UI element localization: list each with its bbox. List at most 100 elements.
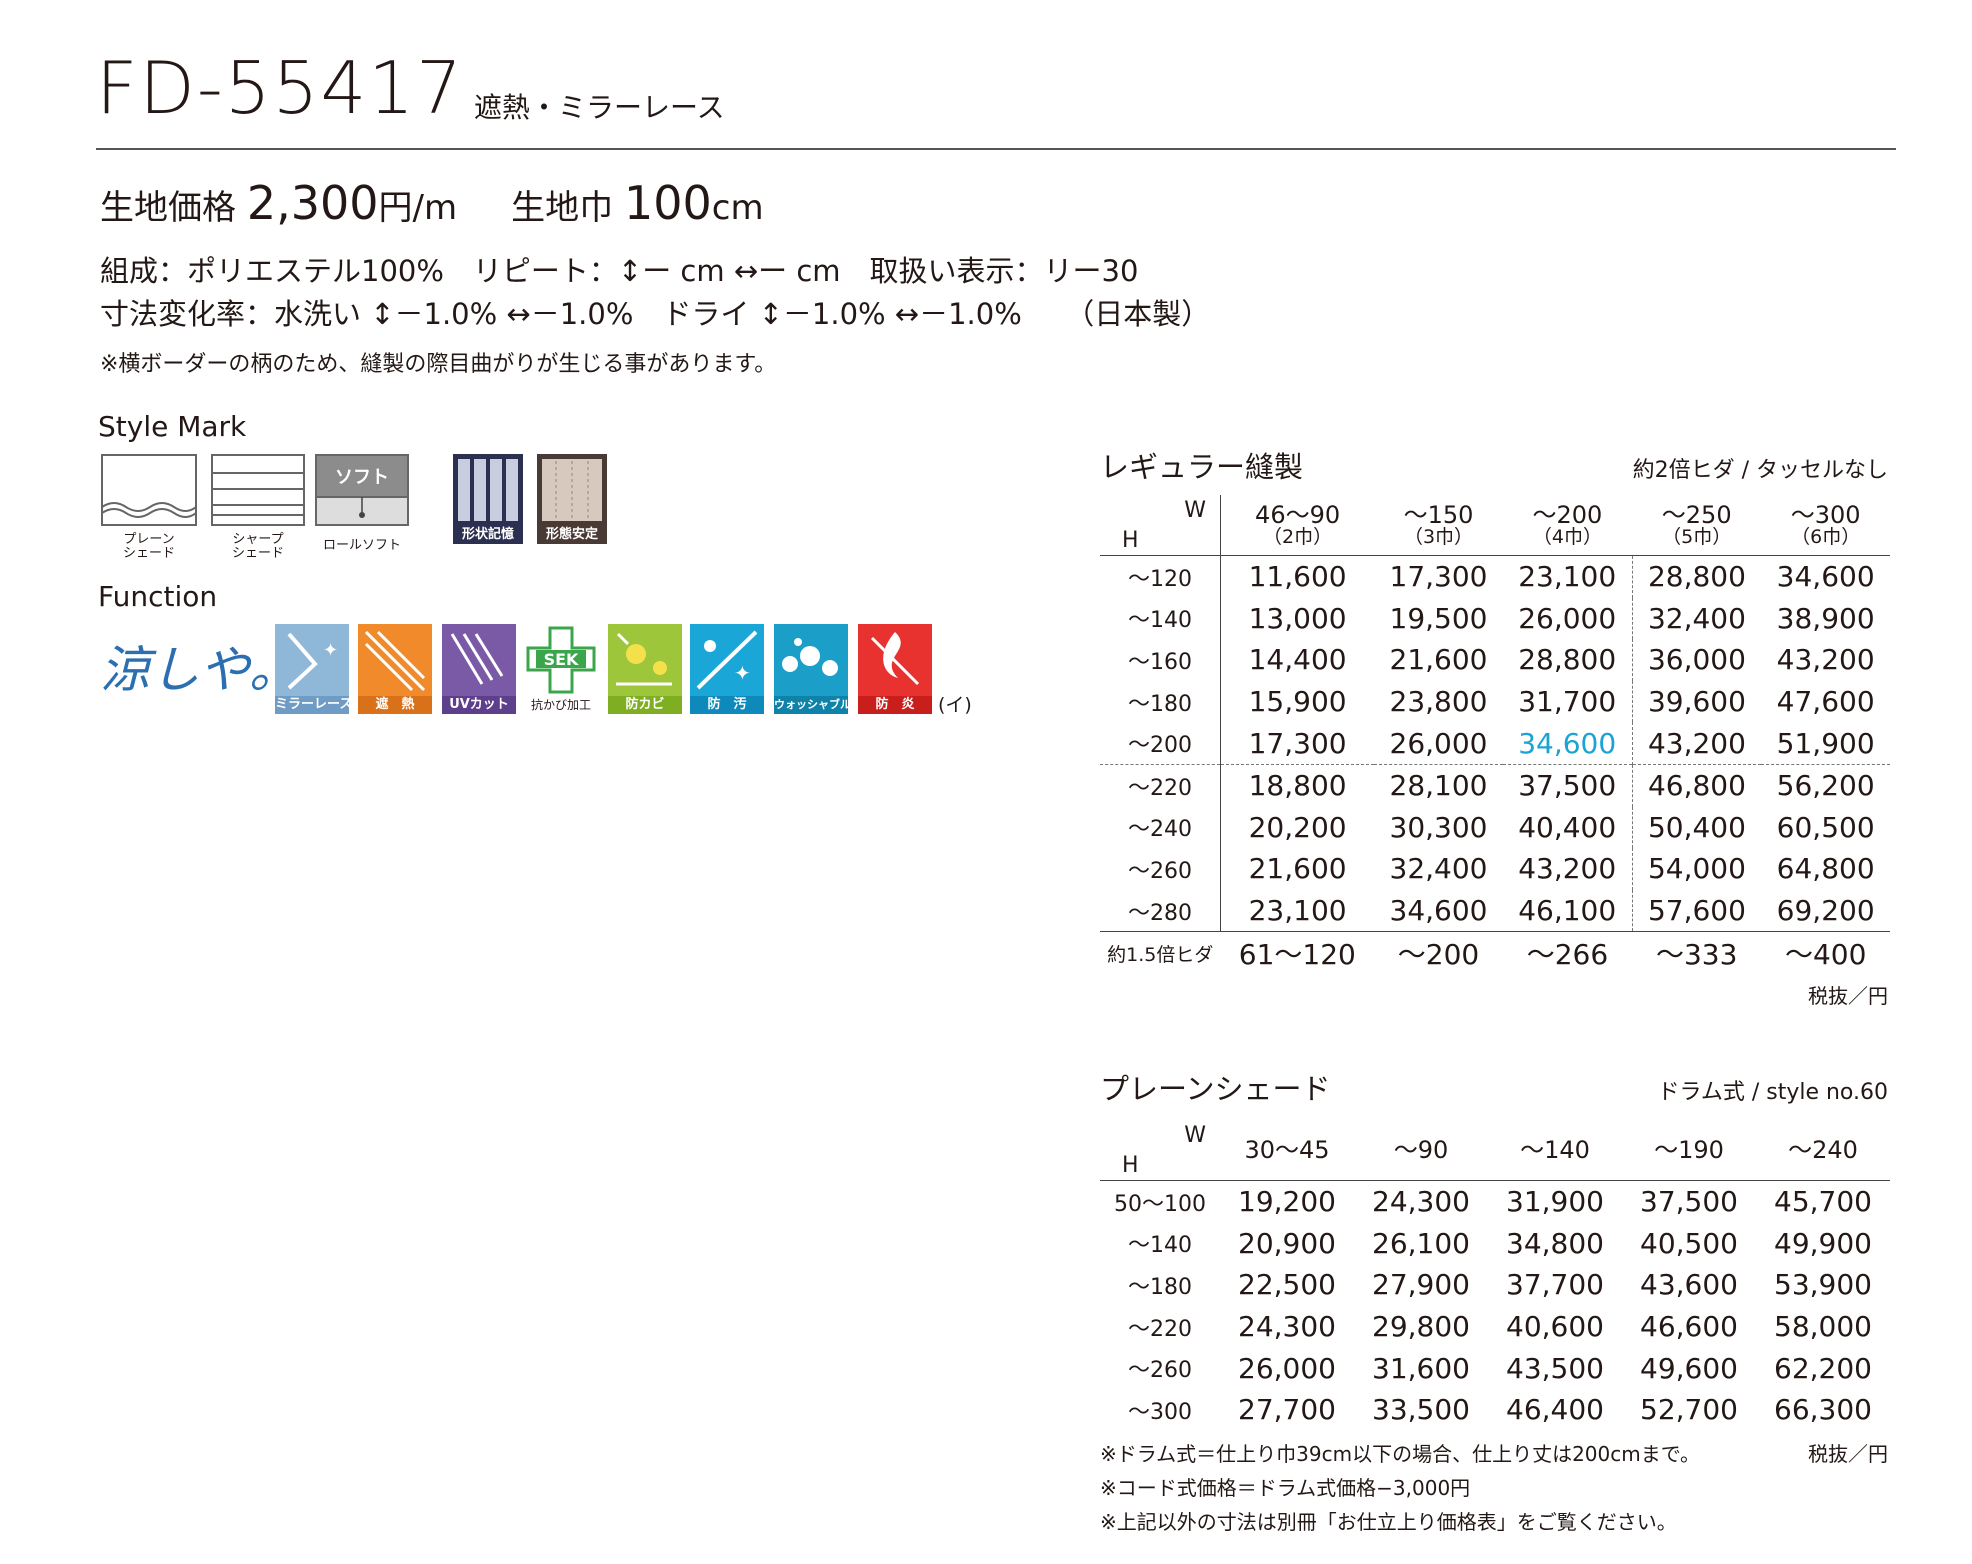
fold-ratio-row: 約1.5倍ヒダ 61〜120 〜200 〜266 〜333 〜400	[1100, 931, 1890, 974]
price-cell: 38,900	[1776, 601, 1875, 635]
row-height-label: 〜140	[1128, 1233, 1192, 1259]
row-height-label: 〜300	[1128, 1399, 1192, 1425]
table-row: 50〜100 19,200 24,300 31,900 37,500 45,700	[1100, 1181, 1890, 1223]
price-cell: 32,400	[1647, 601, 1746, 635]
price-cell: 40,400	[1502, 806, 1633, 849]
roll-soft-label: ソフト	[335, 467, 389, 488]
price-cell: 27,700	[1238, 1393, 1336, 1427]
style-mark-heading: Style Mark	[98, 410, 247, 443]
price-cell: 57,600	[1647, 894, 1746, 928]
table-row: 〜140 20,900 26,100 34,800 40,500 49,900	[1100, 1223, 1890, 1265]
function-heading: Function	[98, 580, 218, 613]
price-cell: 43,600	[1640, 1268, 1738, 1302]
price-cell: 26,000	[1389, 726, 1488, 760]
row-height-label: 〜240	[1100, 806, 1221, 849]
price-cell: 14,400	[1248, 643, 1347, 677]
product-subtitle: 遮熱・ミラーレース	[474, 91, 725, 124]
price-cell: 11,600	[1248, 560, 1347, 594]
row-height-label: 〜160	[1100, 639, 1221, 681]
price-cell: 69,200	[1776, 894, 1875, 928]
price-cell: 39,600	[1647, 685, 1746, 719]
width-label: 生地巾	[511, 188, 614, 228]
row-height-label: 〜280	[1100, 889, 1221, 932]
heat-shield-icon: 遮 熱	[358, 624, 432, 714]
price-cell: 20,200	[1248, 810, 1347, 844]
price-cell: 17,300	[1248, 726, 1347, 760]
price-cell: 13,000	[1248, 601, 1347, 635]
price-cell: 40,600	[1506, 1310, 1604, 1344]
price-cell: 18,800	[1248, 769, 1347, 803]
regular-price-table: W H 46〜90 （2巾） 〜150 （3巾） 〜200 （4巾） 〜250 （5巾）…	[1100, 495, 1890, 974]
row-height-label: 〜140	[1100, 597, 1221, 640]
price-cell: 58,000	[1774, 1310, 1872, 1344]
suzushiya-logo: 涼しや。	[100, 641, 299, 699]
price-cell: 31,900	[1506, 1185, 1604, 1219]
anti-mold-icon: 防カビ	[608, 624, 682, 714]
column-header: 〜250 （5巾）	[1661, 501, 1732, 548]
plain-table-title: プレーンシェード	[1100, 1072, 1331, 1106]
sharp-shade-icon: シャープ シェード	[210, 453, 306, 560]
price-cell: 34,600	[1776, 560, 1875, 594]
table-row: 〜240 20,200 30,300 40,400 50,400 60,500	[1100, 806, 1890, 849]
price-cell: 56,200	[1776, 769, 1875, 803]
price-cell: 24,300	[1372, 1185, 1470, 1219]
row-height-label: 〜220	[1100, 764, 1221, 807]
table-row: 〜220 24,300 29,800 40,600 46,600 58,000	[1100, 1306, 1890, 1348]
svg-text:✦: ✦	[734, 661, 751, 685]
plain-price-table: W H 30〜45 〜90 〜140 〜190 〜240 50〜100 19,20…	[1100, 1120, 1890, 1431]
price-cell: 49,600	[1640, 1351, 1738, 1385]
header-divider	[96, 148, 1896, 150]
form-stable-icon: 形態安定	[536, 453, 608, 545]
price-cell: 31,700	[1502, 680, 1633, 723]
price-cell: 33,500	[1372, 1393, 1470, 1427]
price-cell: 60,500	[1776, 810, 1875, 844]
product-code: FD-55417	[96, 46, 464, 130]
price-cell: 23,100	[1248, 894, 1347, 928]
price-cell: 43,500	[1506, 1351, 1604, 1385]
row-height-label: 〜200	[1100, 722, 1221, 765]
price-cell: 53,900	[1774, 1268, 1872, 1302]
price-cell: 22,500	[1238, 1268, 1336, 1302]
column-header: 〜300 （6巾）	[1790, 501, 1861, 548]
price-cell: 37,700	[1506, 1268, 1604, 1302]
regular-table-subtitle: 約2倍ヒダ / タッセルなし	[1632, 458, 1888, 483]
width-value: 100	[623, 176, 712, 230]
row-height-label: 〜180	[1100, 680, 1221, 723]
price-cell: 28,800	[1647, 560, 1746, 594]
row-height-label: 50〜100	[1114, 1191, 1206, 1217]
table-row: 〜140 13,000 19,500 26,000 32,400 38,900	[1100, 597, 1890, 640]
price-cell: 23,800	[1389, 685, 1488, 719]
row-height-label: 〜260	[1100, 848, 1221, 890]
flame-retardant-icon: 防 炎	[858, 624, 932, 714]
plain-note-1: ※ドラム式＝仕上り巾39cm以下の場合、仕上り丈は200cmまで。	[1100, 1442, 1700, 1466]
table-row: 〜260 21,600 32,400 43,200 54,000 64,800	[1100, 848, 1890, 890]
table-row: 〜300 27,700 33,500 46,400 52,700 66,300	[1100, 1389, 1890, 1431]
roll-soft-icon: ソフト ロールソフト	[314, 453, 410, 558]
row-height-label: 〜120	[1100, 555, 1221, 598]
table-row: 〜260 26,000 31,600 43,500 49,600 62,200	[1100, 1347, 1890, 1389]
price-cell: 46,100	[1502, 889, 1633, 932]
price-cell: 26,000	[1238, 1351, 1336, 1385]
price-cell: 20,900	[1238, 1226, 1336, 1260]
price-cell: 52,700	[1640, 1393, 1738, 1427]
plain-unit: 税抜／円	[1808, 1442, 1888, 1466]
table-row: 〜200 17,300 26,000 34,600 43,200 51,900	[1100, 722, 1890, 765]
price-cell: 21,600	[1389, 643, 1488, 677]
price-cell: 31,600	[1372, 1351, 1470, 1385]
plain-note-3: ※上記以外の寸法は別冊「お仕立上り価格表」をご覧ください。	[1100, 1510, 1677, 1534]
price-label: 生地価格	[100, 188, 236, 228]
table-row: 〜180 15,900 23,800 31,700 39,600 47,600	[1100, 680, 1890, 723]
column-header: 〜140	[1520, 1136, 1590, 1164]
price-value: 2,300	[246, 176, 379, 230]
price-cell: 46,800	[1647, 769, 1746, 803]
table-row: 〜280 23,100 34,600 46,100 57,600 69,200	[1100, 889, 1890, 932]
wh-header-cell: W H	[1100, 495, 1221, 556]
price-cell: 29,800	[1372, 1310, 1470, 1344]
uv-cut-icon: UVカット	[442, 624, 516, 714]
price-unit: 円/m	[378, 188, 458, 228]
price-cell: 30,300	[1389, 810, 1488, 844]
price-cell: 19,200	[1238, 1185, 1336, 1219]
price-cell: 46,600	[1640, 1310, 1738, 1344]
column-header: 〜200 （4巾）	[1532, 501, 1603, 548]
column-header: 〜90	[1393, 1136, 1449, 1164]
